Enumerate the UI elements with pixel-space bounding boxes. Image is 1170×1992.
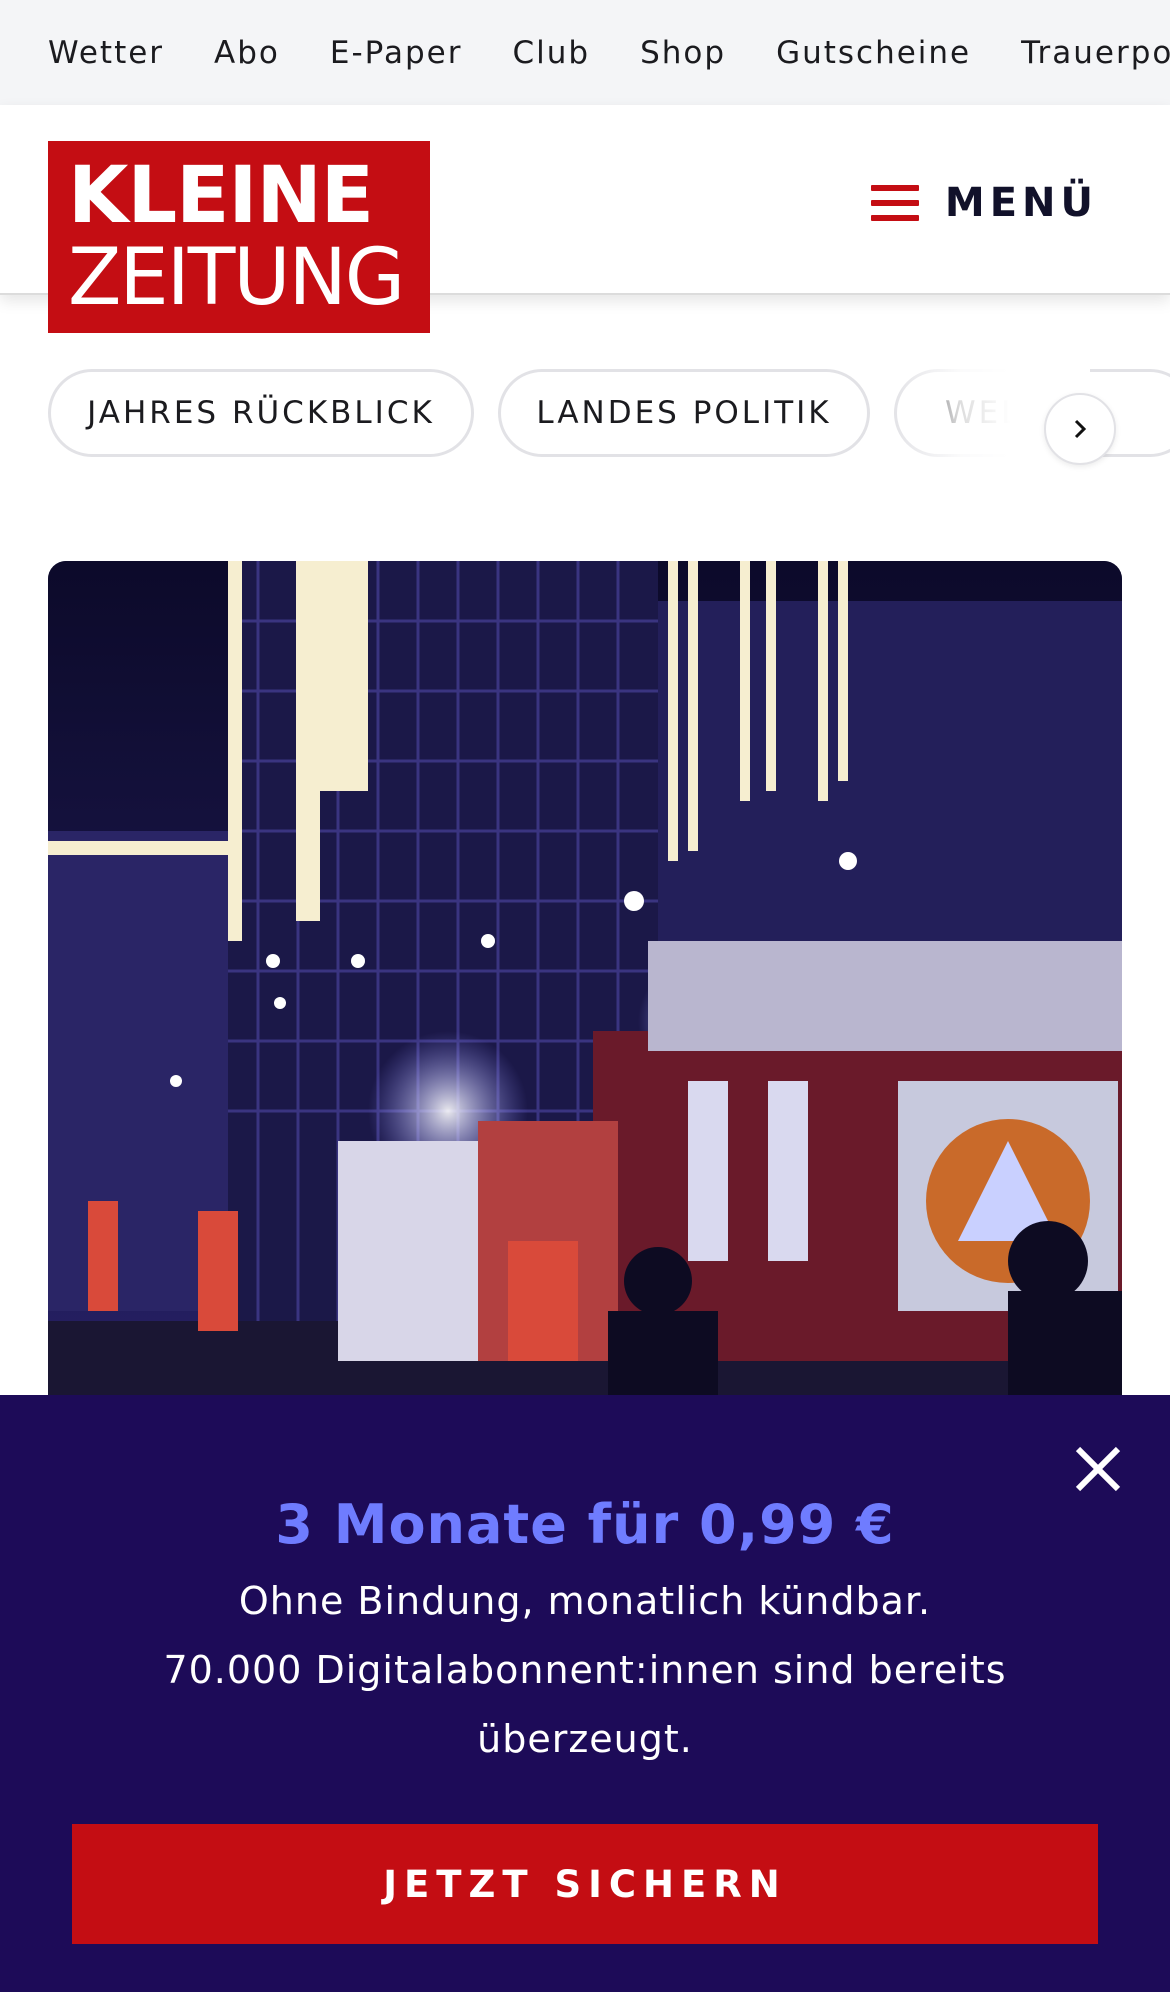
promo-line-2: 70.000 Digitalabonnent:innen sind bereit…	[163, 1648, 1007, 1761]
subscription-promo-banner: 3 Monate für 0,99 € Ohne Bindung, monatl…	[0, 1395, 1170, 1992]
promo-title: 3 Monate für 0,99 €	[275, 1493, 895, 1556]
site-header: KLEINE ZEITUNG MENÜ	[0, 105, 1170, 333]
chevron-right-icon	[1074, 419, 1087, 439]
menu-button[interactable]: MENÜ	[870, 165, 1098, 241]
chip-jahresrueckblick[interactable]: JAHRES RÜCKBLICK	[48, 369, 474, 457]
close-icon	[1075, 1446, 1121, 1492]
topnav-link-trauerportal[interactable]: Trauerportal	[1021, 35, 1170, 71]
hamburger-icon	[870, 185, 919, 221]
chips-scroll-next-button[interactable]	[1044, 393, 1116, 465]
topnav-link-abo[interactable]: Abo	[214, 35, 280, 71]
logo-line-2: ZEITUNG	[68, 233, 405, 323]
kleine-zeitung-logo[interactable]: KLEINE ZEITUNG	[48, 141, 430, 333]
promo-line-1: Ohne Bindung, monatlich kündbar.	[238, 1579, 932, 1623]
topnav-link-epaper[interactable]: E-Paper	[330, 35, 463, 71]
promo-cta-button[interactable]: JETZT SICHERN	[72, 1824, 1098, 1944]
topnav-link-shop[interactable]: Shop	[640, 35, 726, 71]
promo-description: Ohne Bindung, monatlich kündbar. 70.000 …	[130, 1567, 1040, 1774]
logo-line-1: KLEINE	[68, 151, 374, 241]
chip-landespolitik[interactable]: LANDES POLITIK	[498, 369, 870, 457]
top-utility-nav: Wetter Abo E-Paper Club Shop Gutscheine …	[0, 0, 1170, 105]
promo-close-button[interactable]	[1068, 1439, 1128, 1499]
topnav-link-club[interactable]: Club	[512, 35, 590, 71]
topnav-link-wetter[interactable]: Wetter	[48, 35, 164, 71]
menu-label: MENÜ	[944, 180, 1098, 226]
topnav-link-gutscheine[interactable]: Gutscheine	[776, 35, 971, 71]
